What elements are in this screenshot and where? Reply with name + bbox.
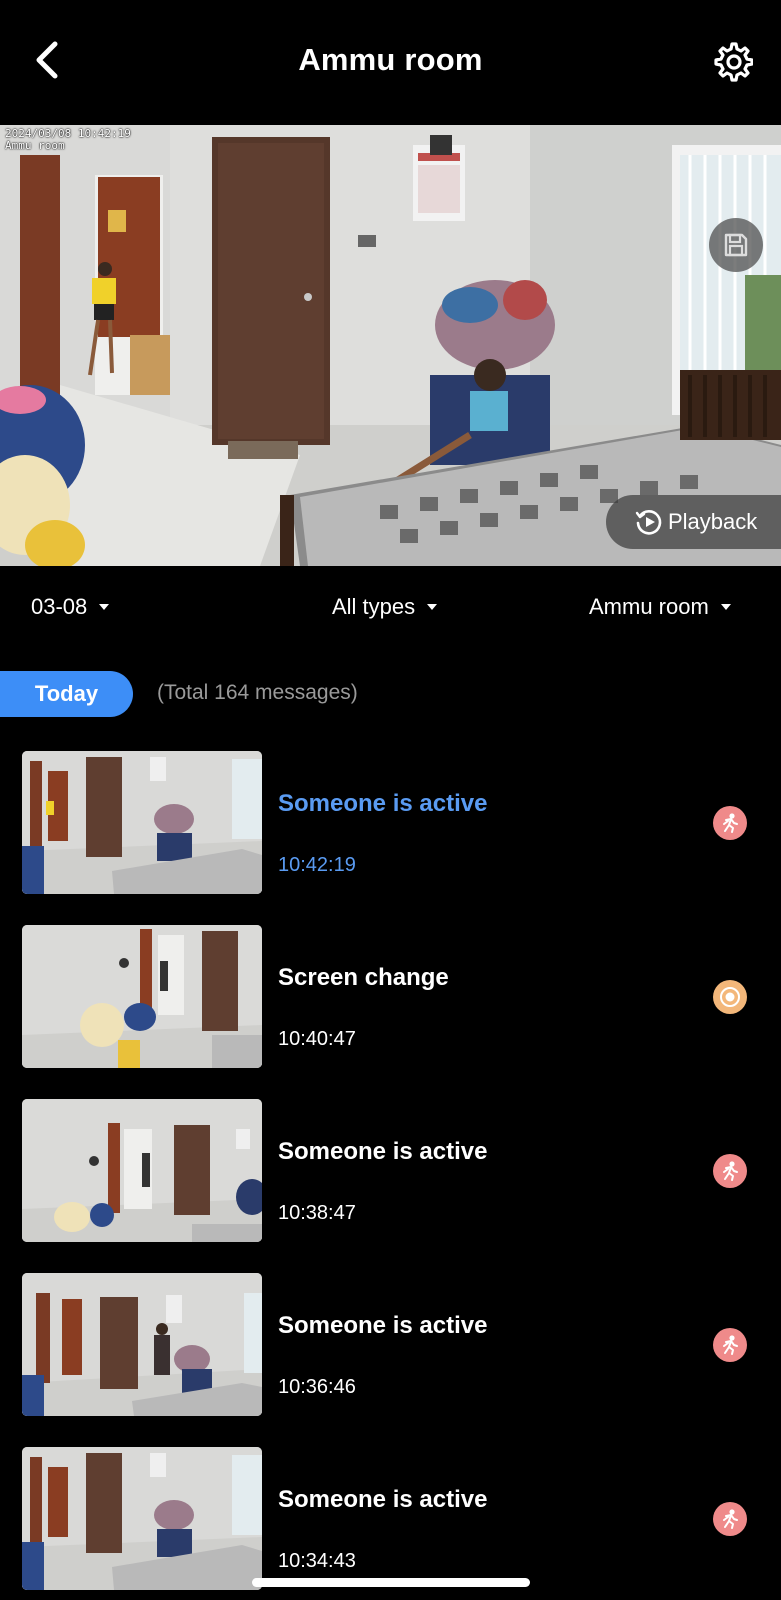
motion-person-icon <box>713 1502 747 1536</box>
playback-label: Playback <box>668 509 758 534</box>
event-title: Someone is active <box>278 1138 488 1165</box>
event-thumbnail <box>22 1447 262 1590</box>
home-indicator[interactable] <box>252 1578 530 1587</box>
camera-filter-label: Ammu room <box>589 594 709 619</box>
type-filter-label: All types <box>332 594 416 619</box>
event-thumbnail <box>22 1273 262 1416</box>
event-title: Screen change <box>278 964 449 991</box>
event-row[interactable]: Someone is active 10:36:46 <box>0 1272 781 1422</box>
settings-button[interactable] <box>708 38 756 86</box>
date-filter-label: 03-08 <box>31 594 88 619</box>
event-time: 10:42:19 <box>278 854 356 876</box>
event-time: 10:38:47 <box>278 1202 356 1224</box>
event-row[interactable]: Screen change 10:40:47 <box>0 924 781 1074</box>
event-row[interactable]: Someone is active 10:34:43 <box>0 1446 781 1596</box>
screen-change-icon <box>713 980 747 1014</box>
event-row[interactable]: Someone is active 10:42:19 <box>0 750 781 900</box>
camera-filter-dropdown[interactable]: Ammu room <box>589 594 731 620</box>
replay-circle-icon <box>635 510 662 535</box>
osd-camera-name: Ammu room <box>5 139 65 152</box>
type-filter-dropdown[interactable]: All types <box>332 594 438 620</box>
event-thumbnail <box>22 751 262 894</box>
motion-person-icon <box>713 1154 747 1188</box>
motion-person-icon <box>713 806 747 840</box>
floppy-disk-icon <box>724 233 748 257</box>
live-camera-view[interactable]: 2024/03/08 10:42:19 Ammu room Playback <box>0 125 781 566</box>
event-title: Someone is active <box>278 1312 488 1339</box>
event-time: 10:36:46 <box>278 1376 356 1398</box>
total-messages-count: (Total 164 messages) <box>157 681 358 704</box>
caret-down-icon <box>427 604 438 610</box>
today-tab[interactable]: Today <box>0 671 133 717</box>
playback-button[interactable]: Playback <box>606 495 781 549</box>
filter-bar: 03-08 All types Ammu room <box>0 566 781 646</box>
gear-icon <box>714 42 753 82</box>
event-row[interactable]: Someone is active 10:38:47 <box>0 1098 781 1248</box>
caret-down-icon <box>99 604 110 610</box>
event-title: Someone is active <box>278 1486 488 1513</box>
caret-down-icon <box>720 604 731 610</box>
osd-overlay: 2024/03/08 10:42:19 Ammu room <box>5 128 131 152</box>
date-filter-dropdown[interactable]: 03-08 <box>31 594 110 620</box>
app-header: Ammu room <box>0 0 781 125</box>
event-time: 10:40:47 <box>278 1028 356 1050</box>
event-title: Someone is active <box>278 790 488 817</box>
motion-person-icon <box>713 1328 747 1362</box>
event-thumbnail <box>22 1099 262 1242</box>
event-time: 10:34:43 <box>278 1550 356 1572</box>
save-recording-button[interactable] <box>709 218 763 272</box>
event-thumbnail <box>22 925 262 1068</box>
page-title: Ammu room <box>298 42 483 77</box>
